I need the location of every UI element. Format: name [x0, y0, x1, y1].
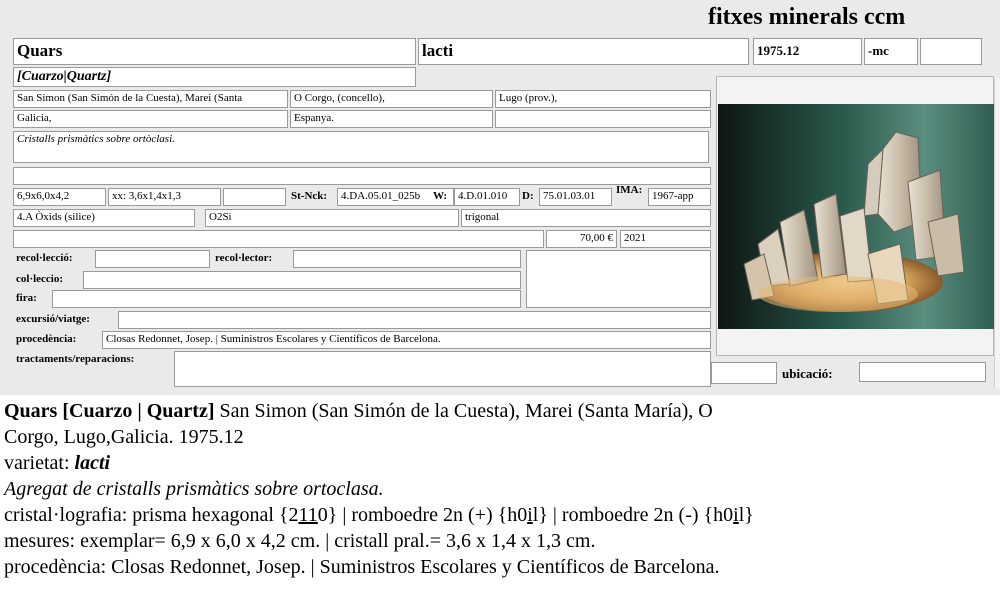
misc-field[interactable] [13, 230, 544, 248]
recoleccio-field[interactable] [95, 250, 210, 268]
caption-cryst-a: cristal·lografia: prisma hexagonal {2 [4, 504, 299, 526]
caption-variety-label: varietat: [4, 452, 75, 474]
synonyms-field[interactable]: [Cuarzo|Quartz] [13, 67, 416, 87]
procedencia-label: procedència: [16, 333, 77, 345]
recoleccio-label: recol·lecció: [16, 252, 73, 264]
extra-field[interactable] [920, 38, 982, 65]
stnck-label: St-Nck: [291, 190, 328, 202]
size-field[interactable]: 6,9x6,0x4,2 [13, 188, 106, 206]
suffix-field[interactable]: -mc [864, 38, 918, 65]
ima-label: IMA: [616, 184, 643, 196]
blank-field-a[interactable] [223, 188, 286, 206]
description-field[interactable]: Cristalls prismàtics sobre ortòclasi. [13, 131, 709, 163]
recolector-label: recol·lector: [215, 252, 273, 264]
caption-line-1: Quars [Cuarzo | Quartz] San Simon (San S… [4, 398, 998, 424]
caption-line-3: varietat: lacti [4, 450, 998, 476]
year-field[interactable]: 2021 [620, 230, 711, 248]
price-field[interactable]: 70,00 € [546, 230, 617, 248]
locality-field-2[interactable]: O Corgo, (concello), [290, 90, 493, 108]
notes-field[interactable] [13, 167, 711, 185]
locality-field-3[interactable]: Lugo (prov.), [495, 90, 711, 108]
caption-line-7: procedència: Closas Redonnet, Josep. | S… [4, 556, 720, 578]
caption-line-2: Corgo, Lugo,Galicia. 1975.12 [4, 426, 244, 448]
mineral-card: fitxes minerals ccm Quars lacti 1975.12 … [0, 0, 1000, 395]
d-field[interactable]: 75.01.03.01 [539, 188, 612, 206]
locality-field-1[interactable]: San Simon (San Simón de la Cuesta), Mare… [13, 90, 288, 108]
caption-line-4: Agregat de cristalls prismàtics sobre or… [4, 478, 384, 500]
ubicacio-code-field[interactable] [711, 362, 777, 384]
fira-field[interactable] [52, 290, 521, 308]
caption-line-5: cristal·lografia: prisma hexagonal {2110… [4, 502, 998, 528]
procedencia-field[interactable]: Closas Redonnet, Josep. | Suministros Es… [102, 331, 711, 349]
colleccio-label: col·leccio: [16, 273, 64, 285]
excursio-field[interactable] [118, 311, 711, 329]
colleccio-field[interactable] [83, 271, 521, 289]
formula-field[interactable]: O2Si [205, 209, 459, 227]
caption-cryst-u1: 11 [298, 504, 318, 526]
class-field[interactable]: 4.A Òxids (silice) [13, 209, 195, 227]
variety-field[interactable]: lacti [418, 38, 749, 65]
system-field[interactable]: trigonal [461, 209, 711, 227]
excursio-label: excursió/viatge: [16, 313, 90, 325]
tractaments-field[interactable] [174, 351, 711, 387]
caption-cryst-c: l} | romboedre 2n (-) {h0 [532, 504, 734, 526]
caption-text: Quars [Cuarzo | Quartz] San Simon (San S… [4, 398, 998, 580]
fira-label: fira: [16, 292, 37, 304]
recolector-field[interactable] [293, 250, 521, 268]
ubicacio-label: ubicació: [782, 366, 833, 381]
d-label: D: [522, 190, 534, 202]
side-notes-field[interactable] [526, 250, 711, 308]
locality-field-5[interactable]: Espanya. [290, 110, 493, 128]
caption-locality: San Simon (San Simón de la Cuesta), Mare… [214, 400, 713, 422]
w-label: W: [433, 190, 448, 202]
locality-field-6[interactable] [495, 110, 711, 128]
mineral-photo [718, 104, 994, 329]
w-field[interactable]: 4.D.01.010 [454, 188, 520, 206]
date-field[interactable]: 1975.12 [753, 38, 862, 65]
locality-field-4[interactable]: Galicia, [13, 110, 288, 128]
card-title: fitxes minerals ccm [708, 4, 906, 30]
caption-cryst-b: 0} | romboedre 2n (+) {h0 [317, 504, 528, 526]
mineral-name-field[interactable]: Quars [13, 38, 416, 65]
caption-cryst-d: l} [738, 504, 754, 526]
ubicacio-field[interactable] [859, 362, 986, 382]
tractaments-label: tractaments/reparacions: [16, 353, 135, 365]
caption-name: Quars [Cuarzo | Quartz] [4, 400, 215, 422]
ima-field[interactable]: 1967-app [648, 188, 711, 206]
crystal-size-field[interactable]: xx: 3,6x1,4x1,3 [108, 188, 221, 206]
caption-line-6: mesures: exemplar= 6,9 x 6,0 x 4,2 cm. |… [4, 530, 596, 552]
scrollbar[interactable] [994, 78, 1000, 388]
caption-variety-value: lacti [74, 452, 111, 474]
